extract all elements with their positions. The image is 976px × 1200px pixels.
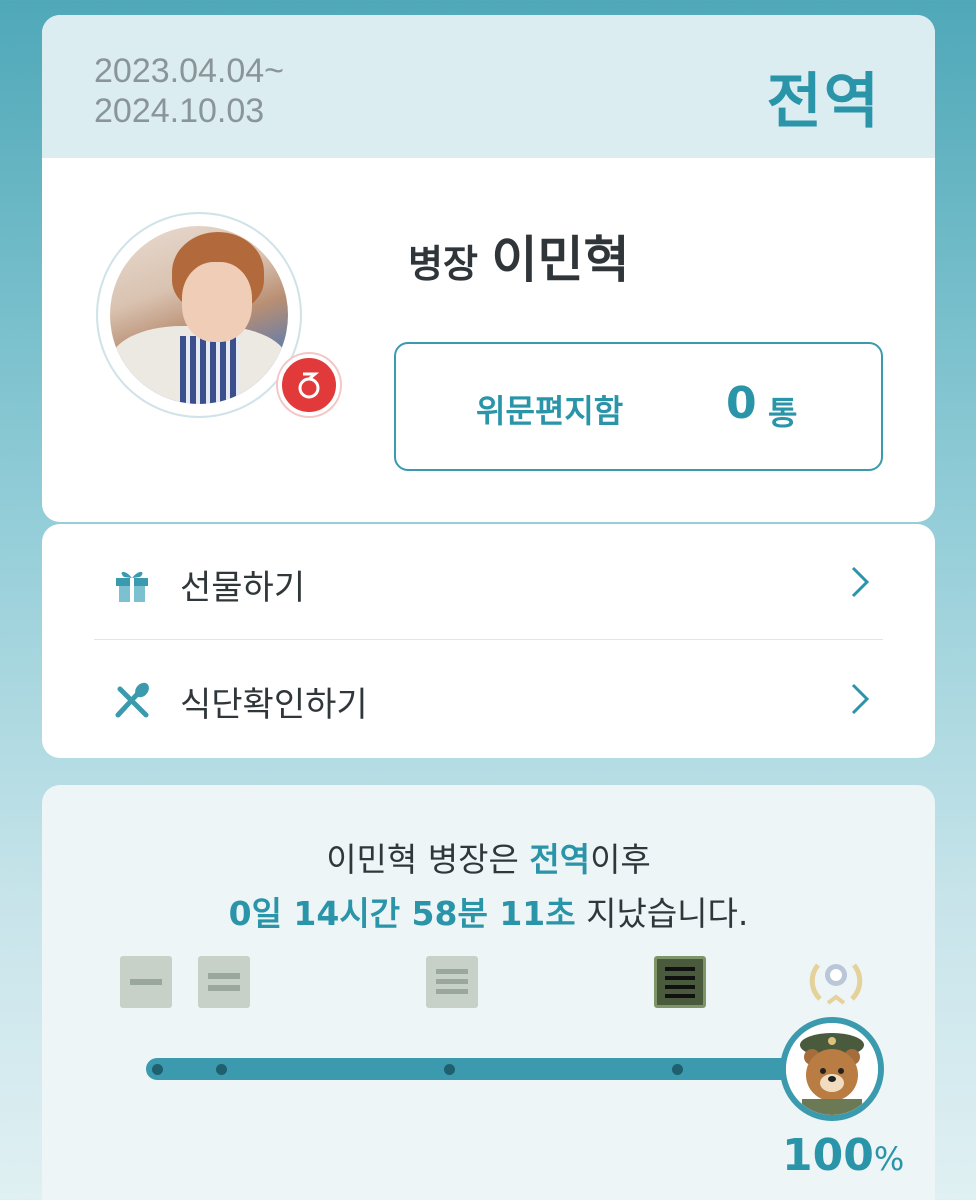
progress-percent-value: 100: [782, 1130, 874, 1181]
letterbox-label: 위문편지함: [476, 392, 624, 430]
progress-percent-sign: %: [873, 1140, 905, 1178]
message-subject: 이민혁 병장은: [326, 840, 530, 879]
soldier-title: 병장 이민혁: [408, 220, 630, 292]
private-rank-icon: [120, 956, 172, 1008]
profile-photo: [110, 226, 288, 404]
menu-label-meal: 식단확인하기: [180, 685, 368, 725]
progress-milestone: [216, 1064, 227, 1075]
chevron-right-icon: [851, 683, 870, 715]
progress-message-line1: 이민혁 병장은 전역이후: [42, 833, 935, 881]
progress-card: 이민혁 병장은 전역이후 0일 14시간 58분 11초 지났습니다. 100%: [42, 785, 935, 1200]
period-start: 2023.04.04~: [94, 52, 285, 90]
menu-card: 선물하기 식단확인하기: [42, 524, 935, 758]
service-status: 전역: [766, 67, 881, 137]
sergeant-rank-icon: [654, 956, 706, 1008]
unit-badge-icon: [278, 354, 340, 416]
message-suffix: 이후: [590, 840, 651, 879]
discharge-wreath-icon: [806, 953, 866, 1013]
bear-mascot-icon: [780, 1017, 884, 1121]
elapsed-time: 0일 14시간 58분 11초: [228, 894, 576, 933]
service-progress-bar: [146, 1058, 796, 1080]
service-period-header: 2023.04.04~ 2024.10.03 전역: [42, 15, 935, 158]
menu-item-meal[interactable]: 식단확인하기: [94, 641, 883, 757]
menu-label-gift: 선물하기: [180, 568, 306, 608]
gift-icon: [116, 571, 148, 602]
corporal-rank-icon: [426, 956, 478, 1008]
soldier-name: 이민혁: [491, 231, 630, 289]
letterbox-button[interactable]: 위문편지함 0 통: [394, 342, 883, 471]
menu-item-gift[interactable]: 선물하기: [94, 524, 883, 640]
progress-percent: 100%: [782, 1130, 904, 1181]
avatar[interactable]: [96, 212, 340, 418]
letter-count-unit: 통: [768, 394, 798, 432]
progress-milestone: [672, 1064, 683, 1075]
chevron-right-icon: [851, 566, 870, 598]
private-first-class-rank-icon: [198, 956, 250, 1008]
service-period: 2023.04.04~ 2024.10.03: [94, 51, 284, 131]
elapsed-suffix: 지났습니다.: [575, 894, 749, 933]
message-status: 전역: [529, 840, 591, 879]
progress-message-line2: 0일 14시간 58분 11초 지났습니다.: [42, 887, 935, 935]
progress-milestone: [152, 1064, 163, 1075]
utensils-icon: [115, 682, 149, 718]
letter-count: 0: [726, 378, 757, 429]
profile-card: 2023.04.04~ 2024.10.03 전역 병장 이민혁 위문편지함 0…: [42, 15, 935, 522]
period-end: 2024.10.03: [94, 92, 265, 130]
rank-label: 병장: [408, 242, 478, 286]
progress-milestone: [444, 1064, 455, 1075]
